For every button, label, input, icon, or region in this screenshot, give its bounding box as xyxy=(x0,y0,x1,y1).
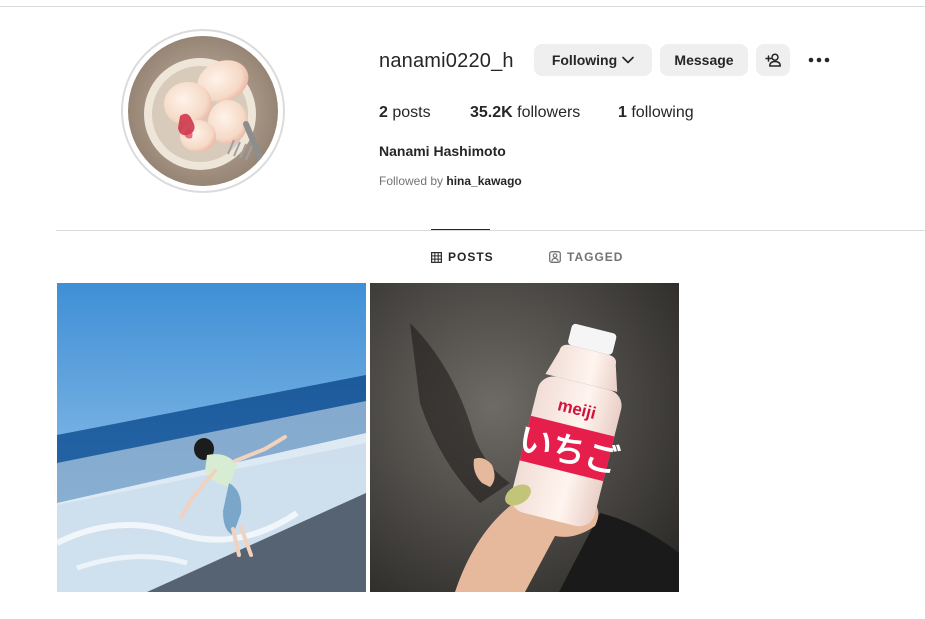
tagged-icon xyxy=(549,251,561,263)
post-thumbnail-bottle[interactable]: meiji いちご xyxy=(370,283,679,592)
followers-stat[interactable]: 35.2K followers xyxy=(470,104,580,122)
more-options-icon xyxy=(808,57,830,63)
active-tab-indicator xyxy=(431,229,490,230)
followed-by-user[interactable]: hina_kawago xyxy=(446,174,521,188)
message-button-label: Message xyxy=(674,52,734,68)
tab-tagged-label: TAGGED xyxy=(567,250,624,264)
posts-count-stat: 2 posts xyxy=(379,104,431,122)
carousel-icon xyxy=(338,293,356,311)
profile-username: nanami0220_h xyxy=(379,50,514,72)
following-count: 1 xyxy=(618,104,627,121)
add-user-icon xyxy=(764,53,782,67)
profile-full-name: Nanami Hashimoto xyxy=(379,143,506,159)
grid-icon xyxy=(431,251,442,263)
add-user-button[interactable] xyxy=(756,44,790,76)
message-button[interactable]: Message xyxy=(660,44,748,76)
profile-avatar[interactable] xyxy=(121,29,285,193)
tab-tagged[interactable]: TAGGED xyxy=(549,250,623,264)
following-label: following xyxy=(631,104,694,121)
top-divider xyxy=(0,6,925,7)
tab-posts[interactable]: POSTS xyxy=(431,250,494,264)
tabs-divider xyxy=(56,230,925,231)
tab-posts-label: POSTS xyxy=(448,250,494,264)
following-button[interactable]: Following xyxy=(534,44,652,76)
followed-by-prefix: Followed by xyxy=(379,174,444,188)
meiji-strawberry-milk-bottle-photo: meiji いちご xyxy=(370,283,679,592)
posts-label: posts xyxy=(392,104,431,121)
chevron-down-icon xyxy=(622,56,634,64)
followers-count: 35.2K xyxy=(470,104,513,121)
post-thumbnail-beach[interactable] xyxy=(57,283,366,592)
avatar-peaches-photo xyxy=(128,36,278,186)
posts-count: 2 xyxy=(379,104,388,121)
following-stat[interactable]: 1 following xyxy=(618,104,694,122)
following-button-label: Following xyxy=(551,52,618,68)
followers-label: followers xyxy=(517,104,581,121)
girl-on-beach-photo xyxy=(57,283,366,592)
followed-by-line[interactable]: Followed by hina_kawago xyxy=(379,174,522,188)
more-options-button[interactable] xyxy=(806,50,832,70)
